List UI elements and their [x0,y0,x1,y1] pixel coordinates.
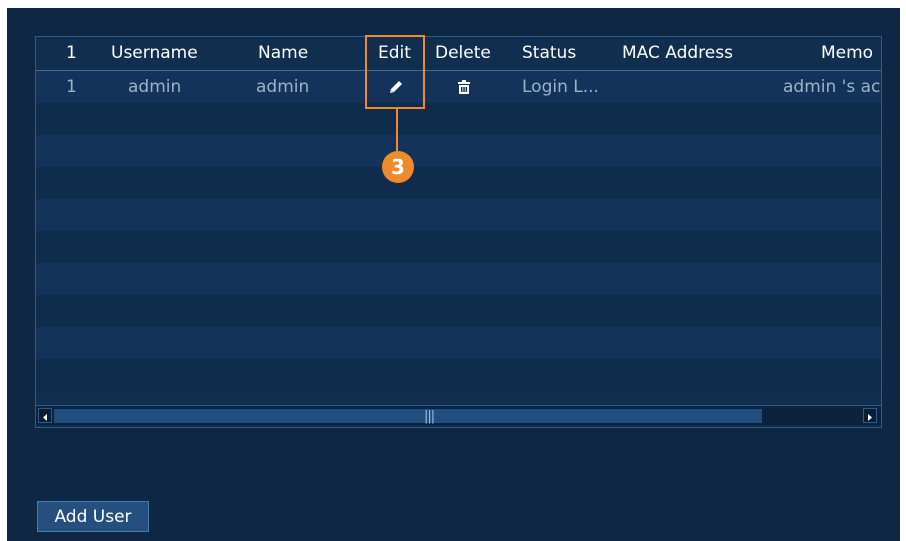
table-row-empty [36,295,881,327]
row-name: admin [256,77,310,97]
row-index: 1 [66,77,77,97]
row-username: admin [128,77,182,97]
grip-icon: ||| [424,409,435,424]
horizontal-scrollbar[interactable]: ||| [36,405,881,425]
trash-icon[interactable] [457,79,471,99]
col-memo-header[interactable]: Memo [821,43,873,63]
scroll-right-button[interactable] [863,408,877,423]
table-row-empty [36,263,881,295]
table-row[interactable]: 1 admin admin Login L... admin 's accoun… [36,71,881,103]
col-username-header[interactable]: Username [111,43,198,63]
col-status-header[interactable]: Status [522,43,576,63]
table-row-empty [36,135,881,167]
table-row-empty [36,327,881,359]
table-row-empty [36,167,881,199]
row-memo: admin 's account [783,77,881,97]
col-mac-header[interactable]: MAC Address [622,43,733,63]
user-table: 1 Username Name Edit Delete Status MAC A… [35,36,882,428]
col-index-header: 1 [66,43,77,63]
col-delete-header: Delete [435,43,491,63]
table-header: 1 Username Name Edit Delete Status MAC A… [36,37,881,71]
scroll-left-button[interactable] [38,408,52,423]
add-user-button[interactable]: Add User [37,501,149,532]
step-number-badge: 3 [382,151,414,183]
table-row-empty [36,231,881,263]
table-row-empty [36,359,881,391]
scrollbar-thumb[interactable]: ||| [54,409,762,424]
edit-highlight-box [365,35,425,109]
callout-connector [396,109,398,151]
table-row-empty [36,199,881,231]
table-row-empty [36,103,881,135]
col-name-header[interactable]: Name [258,43,308,63]
row-status: Login L... [522,77,599,97]
